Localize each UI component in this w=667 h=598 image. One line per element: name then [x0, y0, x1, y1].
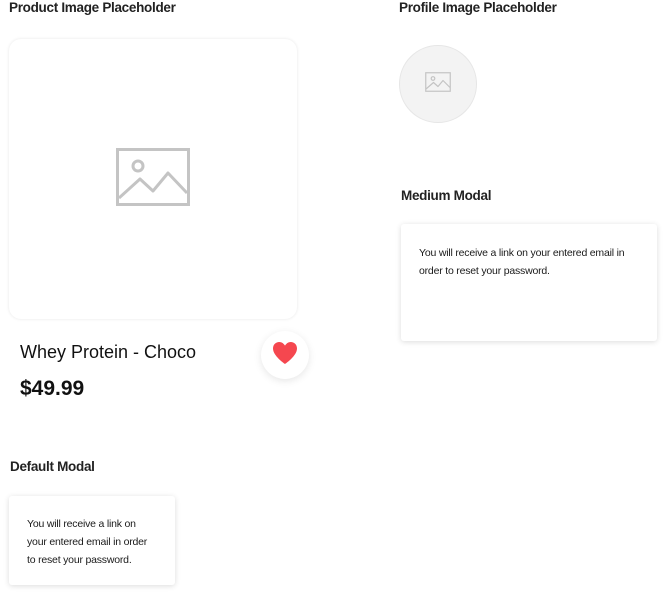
image-placeholder-icon: [425, 71, 451, 97]
profile-section-title: Profile Image Placeholder: [399, 0, 557, 15]
product-image-placeholder[interactable]: [9, 39, 297, 319]
favorite-button[interactable]: [261, 331, 309, 379]
profile-image-placeholder[interactable]: [399, 45, 477, 123]
default-modal: You will receive a link on your entered …: [9, 496, 175, 585]
heart-icon: [272, 341, 298, 370]
image-placeholder-icon: [116, 147, 190, 211]
product-name: Whey Protein - Choco: [20, 342, 197, 362]
product-section-title: Product Image Placeholder: [9, 0, 176, 15]
modal-message: You will receive a link on your entered …: [27, 518, 148, 566]
modal-message: You will receive a link on your entered …: [419, 247, 625, 277]
default-modal-title: Default Modal: [10, 459, 95, 474]
medium-modal: You will receive a link on your entered …: [401, 224, 657, 341]
medium-modal-title: Medium Modal: [401, 188, 492, 203]
product-price: $49.99: [20, 377, 85, 400]
